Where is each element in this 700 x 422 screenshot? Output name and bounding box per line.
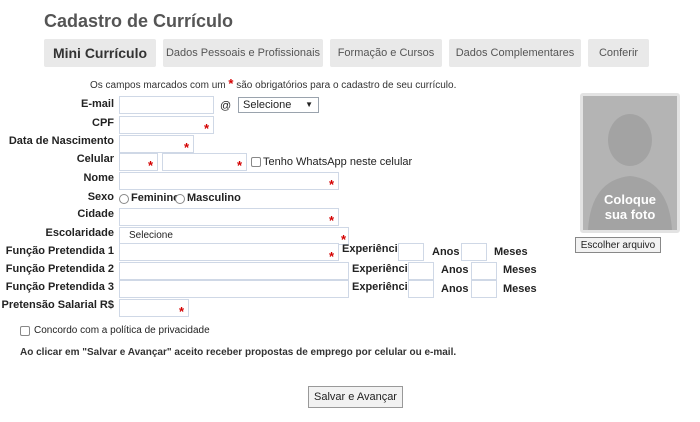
- position-1-field[interactable]: [119, 243, 339, 261]
- salary-label: Pretensão Salarial R$: [1, 299, 114, 311]
- page-title: Cadastro de Currículo: [44, 11, 234, 31]
- sex-male-label: Masculino: [187, 192, 241, 204]
- at-sign: @: [220, 100, 232, 112]
- sex-female-radio[interactable]: [119, 194, 129, 204]
- privacy-label: Concordo com a política de privacidade: [34, 325, 210, 336]
- tab-mini-curriculo[interactable]: Mini Currículo: [44, 39, 156, 67]
- whatsapp-label: Tenho WhatsApp neste celular: [263, 156, 413, 168]
- email-field[interactable]: [119, 96, 214, 114]
- cpf-label: CPF: [92, 117, 114, 129]
- position-1-years-field[interactable]: [398, 243, 424, 261]
- save-and-continue-button[interactable]: Salvar e Avançar: [308, 386, 403, 408]
- city-required-star: *: [329, 213, 335, 228]
- consent-text: Ao clicar em "Salvar e Avançar" aceito r…: [20, 347, 457, 358]
- email-label: E-mail: [80, 98, 114, 110]
- position-2-label: Função Pretendida 2: [5, 263, 114, 275]
- position-2-years-label: Anos: [441, 264, 469, 276]
- city-label: Cidade: [77, 208, 114, 220]
- birth-date-field[interactable]: [119, 135, 194, 153]
- notice-text-after: são obrigatórios para o cadastro de seu …: [236, 80, 457, 91]
- privacy-checkbox[interactable]: [20, 326, 30, 336]
- birth-date-label: Data de Nascimento: [8, 135, 114, 147]
- position-3-months-label: Meses: [503, 283, 537, 295]
- position-2-experience-label: Experiência: [352, 263, 414, 275]
- notice-text-before: Os campos marcados com um: [90, 80, 226, 91]
- position-3-field[interactable]: [119, 280, 349, 298]
- mobile-number-field[interactable]: [162, 153, 247, 171]
- position-2-field[interactable]: [119, 262, 349, 280]
- position-3-years-label: Anos: [441, 283, 469, 295]
- email-domain-select-value: Selecione: [243, 99, 292, 111]
- education-label: Escolaridade: [45, 227, 114, 239]
- position-2-years-field[interactable]: [408, 262, 434, 280]
- photo-placeholder-line1: Coloque: [604, 192, 656, 207]
- tab-dados-pessoais[interactable]: Dados Pessoais e Profissionais: [163, 39, 323, 67]
- required-notice: Os campos marcados com um * são obrigató…: [90, 76, 456, 91]
- email-domain-select[interactable]: Selecione ▼: [238, 97, 319, 113]
- photo-placeholder-text: Coloque sua foto: [583, 192, 677, 222]
- tab-conferir[interactable]: Conferir: [588, 39, 649, 67]
- position-1-months-field[interactable]: [461, 243, 487, 261]
- cpf-field[interactable]: [119, 116, 214, 134]
- choose-file-button[interactable]: Escolher arquivo: [575, 237, 661, 253]
- mobile-label: Celular: [76, 153, 114, 165]
- mobile-ddd-required-star: *: [148, 158, 154, 173]
- position-3-months-field[interactable]: [471, 280, 497, 298]
- tab-dados-complementares[interactable]: Dados Complementares: [449, 39, 581, 67]
- photo-placeholder-line2: sua foto: [604, 207, 656, 222]
- position-1-experience-label: Experiência: [342, 243, 404, 255]
- position-3-label: Função Pretendida 3: [5, 281, 114, 293]
- notice-required-star: *: [228, 76, 234, 91]
- position-3-years-field[interactable]: [408, 280, 434, 298]
- sex-female-label: Feminino: [131, 192, 180, 204]
- photo-placeholder[interactable]: Coloque sua foto: [580, 93, 680, 233]
- whatsapp-checkbox[interactable]: [251, 157, 261, 167]
- sex-male-radio[interactable]: [175, 194, 185, 204]
- position-2-months-label: Meses: [503, 264, 537, 276]
- cpf-required-star: *: [204, 121, 210, 136]
- city-field[interactable]: [119, 208, 339, 226]
- position-1-years-label: Anos: [432, 246, 460, 258]
- name-label: Nome: [83, 172, 114, 184]
- name-field[interactable]: [119, 172, 339, 190]
- position-3-experience-label: Experiência: [352, 281, 414, 293]
- tab-formacao[interactable]: Formação e Cursos: [330, 39, 442, 67]
- mobile-number-required-star: *: [237, 158, 243, 173]
- salary-required-star: *: [179, 304, 185, 319]
- position-1-label: Função Pretendida 1: [5, 245, 114, 257]
- position-2-months-field[interactable]: [471, 262, 497, 280]
- sex-label: Sexo: [87, 191, 114, 203]
- chevron-down-icon: ▼: [305, 100, 313, 109]
- name-required-star: *: [329, 177, 335, 192]
- position-1-months-label: Meses: [494, 246, 528, 258]
- position-1-required-star: *: [329, 249, 335, 264]
- birth-date-required-star: *: [184, 140, 190, 155]
